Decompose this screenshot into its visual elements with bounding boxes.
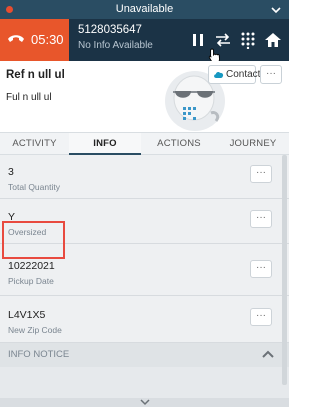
hangup-button[interactable]: 05:30 (0, 19, 69, 61)
contact-name: Ref n ull ul (6, 69, 65, 81)
keypad-icon (241, 32, 255, 50)
agent-status-label: Unavailable (115, 3, 174, 15)
info-notice-label: INFO NOTICE (8, 349, 70, 360)
info-value: 3 (8, 166, 14, 178)
contact-header: Ref n ull ul Ful n ull ul Contact ··· (0, 61, 289, 132)
phone-hangup-icon (8, 35, 24, 42)
contact-button[interactable]: Contact (208, 65, 260, 84)
contact-button-label: Contact (226, 69, 261, 80)
agent-status-bar[interactable]: Unavailable (0, 0, 289, 19)
scrollbar[interactable] (282, 155, 287, 385)
item-more-button[interactable]: ··· (250, 308, 272, 326)
highlight-annotation-box (2, 221, 65, 259)
info-value: 10222021 (8, 260, 55, 272)
caller-number: 5128035647 (78, 24, 142, 36)
home-icon (265, 33, 281, 47)
item-more-button[interactable]: ··· (250, 260, 272, 278)
item-more-button[interactable]: ··· (250, 165, 272, 183)
home-button[interactable] (264, 31, 282, 49)
transfer-button[interactable] (214, 31, 232, 49)
item-more-button[interactable]: ··· (250, 210, 272, 228)
info-label: New Zip Code (8, 325, 62, 335)
pause-button[interactable] (189, 31, 207, 49)
tab-info[interactable]: INFO (69, 133, 141, 155)
info-notice-body (0, 367, 289, 398)
tab-activity[interactable]: ACTIVITY (0, 133, 69, 155)
salesforce-cloud-icon (214, 72, 224, 78)
info-list: 3 Total Quantity ··· Y Oversized ··· 102… (0, 155, 289, 398)
info-item-new-zip-code: L4V1X5 New Zip Code ··· (0, 296, 289, 343)
transfer-icon (216, 33, 230, 47)
info-item-total-quantity: 3 Total Quantity ··· (0, 155, 289, 199)
active-call-bar: 05:30 5128035647 No Info Available (0, 19, 289, 61)
expand-panel-bar[interactable] (0, 398, 289, 407)
tab-actions[interactable]: ACTIONS (141, 133, 217, 155)
keypad-button[interactable] (239, 31, 257, 50)
info-value: L4V1X5 (8, 309, 46, 321)
chevron-up-icon[interactable] (262, 350, 274, 358)
header-more-button[interactable]: ··· (260, 65, 282, 84)
chevron-down-icon[interactable] (270, 4, 282, 16)
pause-icon (193, 34, 203, 46)
tab-journey[interactable]: JOURNEY (217, 133, 289, 155)
info-notice-header[interactable]: INFO NOTICE (0, 343, 289, 367)
info-label: Total Quantity (8, 182, 60, 192)
contact-subtitle: Ful n ull ul (6, 92, 52, 103)
call-timer: 05:30 (31, 32, 64, 47)
info-label: Pickup Date (8, 276, 54, 286)
tab-bar: ACTIVITY INFO ACTIONS JOURNEY (0, 132, 289, 155)
caller-info: No Info Available (78, 40, 153, 51)
chevron-down-icon (140, 399, 150, 406)
